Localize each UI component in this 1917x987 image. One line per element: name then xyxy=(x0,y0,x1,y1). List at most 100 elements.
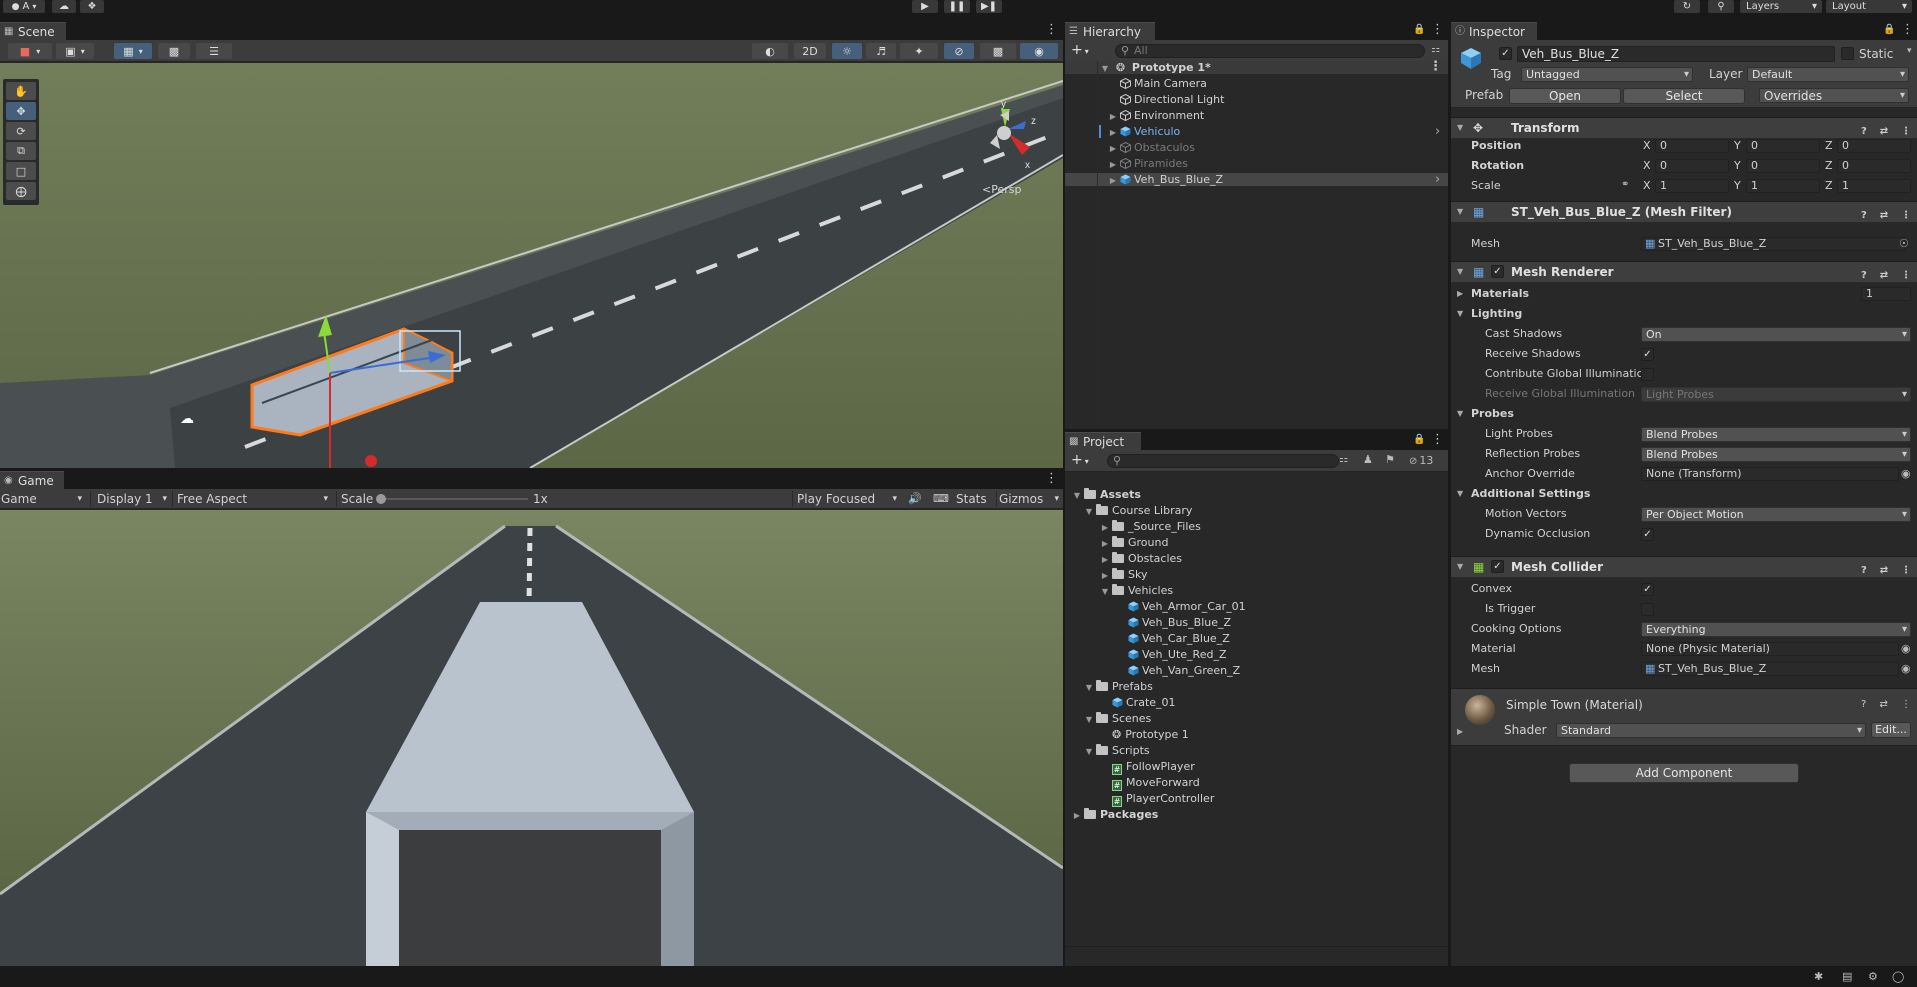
project-tree-item[interactable]: Veh_Ute_Red_Z xyxy=(1065,648,1448,661)
hierarchy-item[interactable]: ▶ Obstaculos xyxy=(1065,141,1448,154)
scale-tool-button[interactable]: ⧉ xyxy=(6,142,36,160)
tab-scene[interactable]: ▦ Scene xyxy=(0,22,66,40)
hierarchy-item[interactable]: Main Camera xyxy=(1065,77,1448,90)
lighting-toggle[interactable]: ☼ xyxy=(832,43,862,59)
effects-dropdown[interactable]: ✦ xyxy=(900,43,938,59)
hierarchy-item[interactable]: ▶ Vehiculo › xyxy=(1065,125,1448,138)
expand-arrow-icon[interactable]: ▼ xyxy=(1073,489,1081,502)
expand-arrow-icon[interactable]: ▶ xyxy=(1101,521,1109,534)
progress-icon[interactable]: ◯ xyxy=(1892,970,1904,983)
help-icon[interactable]: ? xyxy=(1861,699,1866,711)
expand-arrow-icon[interactable]: ▼ xyxy=(1101,585,1109,598)
probes-foldout[interactable]: Probes xyxy=(1471,406,1514,422)
chevron-right-icon[interactable]: › xyxy=(1435,125,1440,138)
cast-shadows-dropdown[interactable]: On xyxy=(1641,327,1911,342)
materials-count-field[interactable]: 1 xyxy=(1861,287,1911,301)
account-dropdown[interactable]: ● A ▾ xyxy=(3,0,45,13)
collider-mesh-field[interactable]: ▦ ST_Veh_Bus_Blue_Z xyxy=(1641,662,1899,676)
scale-x-field[interactable]: 1 xyxy=(1655,179,1729,193)
keyboard-button[interactable]: ⌨ xyxy=(930,491,952,507)
hierarchy-search-input[interactable]: ⚲ All xyxy=(1115,44,1425,58)
mesh-filter-header[interactable]: ▼ ▦ ST_Veh_Bus_Blue_Z (Mesh Filter) ? ⇄ ⋮ xyxy=(1451,201,1917,223)
foldout-arrow-icon[interactable]: ▼ xyxy=(1457,557,1463,577)
kebab-menu-icon[interactable]: ⋮ xyxy=(1901,266,1911,281)
expand-arrow-icon[interactable]: ▶ xyxy=(1109,126,1117,139)
foldout-arrow-icon[interactable]: ▼ xyxy=(1457,409,1463,418)
project-search-input[interactable]: ⚲ xyxy=(1107,454,1339,468)
preset-icon[interactable]: ⇄ xyxy=(1880,206,1888,221)
expand-arrow-icon[interactable]: ▼ xyxy=(1085,713,1093,726)
preset-icon[interactable]: ⇄ xyxy=(1880,266,1888,281)
filter-type-icon[interactable]: ♟ xyxy=(1363,453,1373,466)
graphics-jobs-icon[interactable]: ⚙ xyxy=(1868,970,1878,983)
tab-project[interactable]: ▩ Project xyxy=(1065,432,1141,450)
is-trigger-checkbox[interactable] xyxy=(1641,603,1654,616)
expand-arrow-icon[interactable]: ▼ xyxy=(1085,745,1093,758)
physic-material-field[interactable]: None (Physic Material) xyxy=(1641,642,1899,656)
tab-inspector[interactable]: ⓘ Inspector xyxy=(1451,22,1537,40)
expand-arrow-icon[interactable]: ▶ xyxy=(1109,142,1117,155)
project-tree-item[interactable]: # MoveForward xyxy=(1065,776,1448,791)
gizmos-dropdown[interactable]: Gizmos ▾ xyxy=(996,491,1060,507)
move-tool-button[interactable]: ✥ xyxy=(6,102,36,120)
toggle-2d-button[interactable]: 2D xyxy=(794,43,826,59)
scale-z-field[interactable]: 1 xyxy=(1837,179,1911,193)
transform-header[interactable]: ▼ ✥ Transform ? ⇄ ⋮ xyxy=(1451,117,1917,139)
stats-button[interactable]: Stats xyxy=(956,491,987,507)
preset-icon[interactable]: ⇄ xyxy=(1879,699,1887,711)
shader-dropdown[interactable]: Standard xyxy=(1556,723,1866,738)
foldout-arrow-icon[interactable]: ▼ xyxy=(1457,118,1463,138)
materials-label[interactable]: Materials xyxy=(1471,286,1529,302)
prefab-select-button[interactable]: Select xyxy=(1623,88,1745,104)
project-tree-item[interactable]: ▶ Obstacles xyxy=(1065,552,1448,565)
kebab-menu-icon[interactable]: ⋮ xyxy=(1431,433,1444,447)
project-tree-item[interactable]: Veh_Car_Blue_Z xyxy=(1065,632,1448,645)
draw-mode-dropdown[interactable]: ■ ▾ xyxy=(8,43,52,59)
scene-root-row[interactable]: ▼ ❂ Prototype 1* ⋮ xyxy=(1065,60,1448,74)
project-tree-item[interactable]: # FollowPlayer xyxy=(1065,760,1448,775)
layout-dropdown[interactable]: Layout ▾ xyxy=(1826,0,1912,13)
expand-arrow-icon[interactable]: ▶ xyxy=(1109,174,1117,187)
dynamic-occlusion-checkbox[interactable]: ✓ xyxy=(1641,528,1654,541)
hidden-toggle[interactable]: ⊘ xyxy=(944,43,974,59)
expand-arrow-icon[interactable]: ▶ xyxy=(1101,553,1109,566)
kebab-menu-icon[interactable]: ⋮ xyxy=(1901,699,1911,711)
game-mode-dropdown[interactable]: Game ▾ xyxy=(0,491,86,507)
rect-tool-button[interactable]: □ xyxy=(6,162,36,180)
prefab-overrides-dropdown[interactable]: Overrides xyxy=(1759,88,1909,103)
render-dropdown[interactable]: ▣ ▾ xyxy=(56,43,94,59)
chevron-down-icon[interactable]: ▾ xyxy=(1907,46,1912,56)
project-tree-item[interactable]: Veh_Armor_Car_01 xyxy=(1065,600,1448,613)
project-tree-item[interactable]: ▶ Ground xyxy=(1065,536,1448,549)
pause-button[interactable]: ❚❚ xyxy=(944,0,970,13)
play-button[interactable]: ▶ xyxy=(912,0,938,13)
expand-arrow-icon[interactable]: ▶ xyxy=(1109,110,1117,123)
cooking-options-dropdown[interactable]: Everything xyxy=(1641,622,1911,637)
project-tree-item[interactable]: ▶ Sky xyxy=(1065,568,1448,581)
receive-shadows-checkbox[interactable]: ✓ xyxy=(1641,348,1654,361)
object-picker-icon[interactable]: ☉ xyxy=(1899,237,1911,251)
scale-slider[interactable] xyxy=(380,498,528,500)
kebab-menu-icon[interactable]: ⋮ xyxy=(1431,23,1444,37)
help-icon[interactable]: ? xyxy=(1861,561,1867,576)
hierarchy-item[interactable]: ▶ Veh_Bus_Blue_Z › xyxy=(1065,173,1448,186)
kebab-menu-icon[interactable]: ⋮ xyxy=(1045,23,1058,37)
display-dropdown[interactable]: Display 1 ▾ xyxy=(90,491,170,507)
reflection-probes-dropdown[interactable]: Blend Probes xyxy=(1641,447,1911,462)
light-probes-dropdown[interactable]: Blend Probes xyxy=(1641,427,1911,442)
kebab-menu-icon[interactable]: ⋮ xyxy=(1901,23,1914,37)
align-dropdown[interactable]: ☰ xyxy=(196,43,232,59)
audio-toggle[interactable]: ♬ xyxy=(866,43,896,59)
project-tree-item[interactable]: ▶ _Source_Files xyxy=(1065,520,1448,533)
lighting-foldout[interactable]: Lighting xyxy=(1471,306,1522,322)
lock-icon[interactable]: 🔒 xyxy=(1413,434,1425,446)
shading-mode-dropdown[interactable]: ◐ xyxy=(752,43,788,59)
link-scale-icon[interactable]: ⚭ xyxy=(1621,179,1629,190)
hidden-packages-toggle[interactable]: ⊘ 13 xyxy=(1409,454,1433,467)
snap-increment-button[interactable]: ▩ xyxy=(158,43,190,59)
tag-dropdown[interactable]: Untagged xyxy=(1521,67,1693,82)
convex-checkbox[interactable]: ✓ xyxy=(1641,583,1654,596)
search-by-type-icon[interactable]: ⚏ xyxy=(1339,454,1348,465)
hierarchy-item[interactable]: ▶ Piramides xyxy=(1065,157,1448,170)
layers-dropdown[interactable]: Layers ▾ xyxy=(1740,0,1822,13)
